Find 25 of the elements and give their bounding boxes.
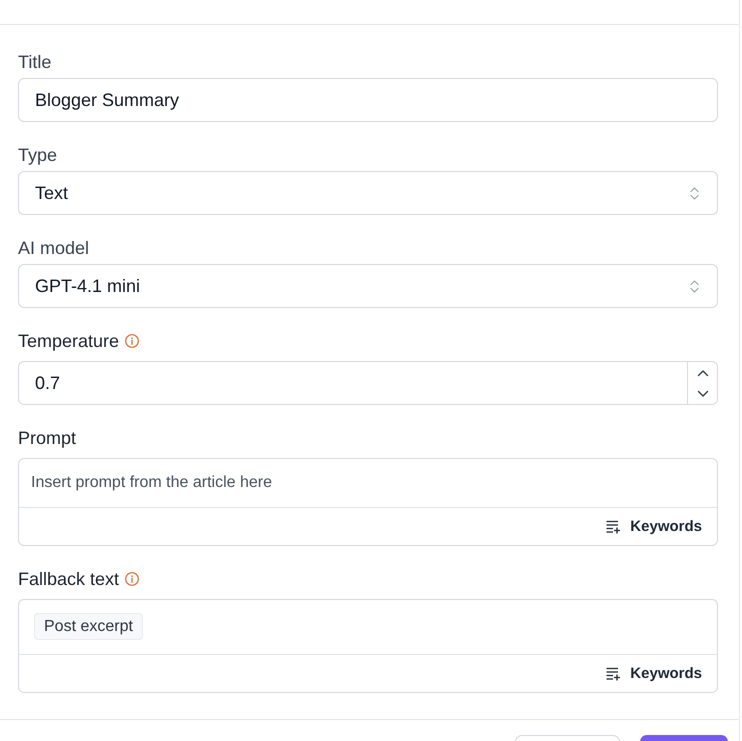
decrement-button[interactable]	[687, 383, 717, 404]
increment-button[interactable]	[687, 362, 717, 383]
text-editor[interactable]: Post excerpt Keywords	[18, 599, 718, 693]
select-field[interactable]: Text	[18, 171, 718, 215]
field-label: Type	[18, 144, 58, 166]
field-label: AI model	[18, 237, 90, 259]
keyword-chip: Post excerpt	[34, 613, 143, 640]
primary-button[interactable]	[640, 735, 728, 741]
field-label: Title	[18, 51, 52, 73]
chevron-up-down-icon	[690, 186, 699, 200]
chevron-up-down-icon	[690, 278, 699, 294]
text-editor[interactable]: Insert prompt from the article here Keywords	[18, 458, 718, 546]
field-label: Prompt	[18, 427, 76, 449]
select-field[interactable]: GPT-4.1 mini	[18, 264, 718, 308]
field-label: Fallback text	[18, 568, 120, 590]
text-input[interactable]: Blogger Summary	[18, 78, 718, 122]
keywords-button[interactable]: Keywords	[606, 665, 702, 682]
field-label: Temperature	[18, 330, 120, 352]
number-input[interactable]: 0.7	[18, 361, 718, 405]
chevron-down-icon	[696, 390, 708, 398]
placeholder-text: Insert prompt from the article here	[31, 473, 272, 493]
keywords-button[interactable]: Keywords	[606, 518, 702, 535]
list-plus-icon	[606, 520, 622, 534]
list-plus-icon	[606, 666, 622, 680]
chevron-up-icon	[696, 368, 708, 376]
